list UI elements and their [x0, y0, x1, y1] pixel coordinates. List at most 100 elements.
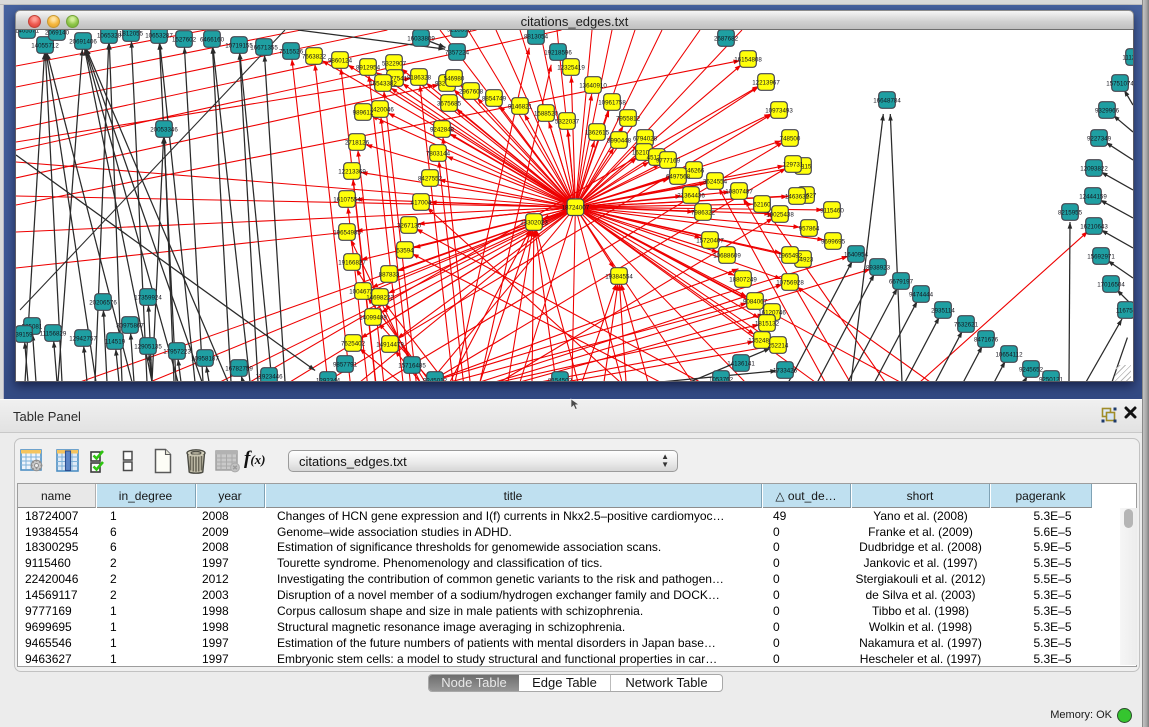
svg-text:15720407: 15720407	[696, 237, 724, 244]
svg-text:1405571: 1405571	[16, 30, 40, 34]
svg-text:62160: 62160	[753, 201, 771, 208]
svg-text:19218596: 19218596	[544, 49, 572, 56]
svg-text:9699695: 9699695	[821, 238, 846, 245]
svg-text:3267130: 3267130	[397, 222, 422, 229]
svg-text:7663822: 7663822	[302, 53, 327, 60]
svg-text:5322037: 5322037	[555, 118, 580, 125]
svg-text:9474444: 9474444	[909, 291, 934, 298]
svg-text:16671355: 16671355	[250, 44, 278, 51]
svg-text:6794028: 6794028	[633, 135, 658, 142]
svg-text:20053346: 20053346	[150, 126, 178, 133]
svg-text:2687682: 2687682	[714, 35, 739, 42]
svg-text:21364436: 21364436	[677, 192, 705, 199]
svg-text:546980: 546980	[444, 75, 465, 82]
svg-text:1065328: 1065328	[97, 32, 122, 39]
svg-text:10688609: 10688609	[713, 252, 741, 259]
svg-text:1640954: 1640954	[844, 251, 869, 258]
svg-text:9084067: 9084067	[743, 298, 768, 305]
svg-text:7632621: 7632621	[954, 321, 979, 328]
svg-text:9250121: 9250121	[1039, 376, 1064, 382]
svg-text:1588520: 1588520	[534, 110, 559, 117]
svg-text:16543382: 16543382	[369, 80, 397, 87]
svg-text:8912954: 8912954	[356, 64, 381, 71]
svg-text:17957223: 17957223	[163, 348, 191, 355]
svg-text:15716485: 15716485	[398, 362, 426, 369]
svg-text:9146821: 9146821	[508, 103, 533, 110]
svg-text:8471676: 8471676	[974, 336, 999, 343]
svg-text:1463632: 1463632	[785, 193, 810, 200]
svg-text:16782759: 16782759	[225, 365, 253, 372]
svg-text:9245012: 9245012	[423, 377, 448, 382]
svg-text:8938923: 8938923	[866, 264, 891, 271]
svg-text:8427552: 8427552	[418, 175, 443, 182]
svg-text:9777169: 9777169	[656, 157, 681, 164]
svg-text:19166827: 19166827	[338, 259, 366, 266]
svg-text:14136141: 14136141	[727, 360, 755, 367]
svg-text:7625402: 7625402	[341, 340, 366, 347]
svg-text:23302023: 23302023	[520, 219, 548, 226]
svg-text:9115460: 9115460	[820, 207, 844, 214]
svg-text:18807249: 18807249	[729, 276, 757, 283]
svg-text:12093822: 12093822	[1080, 165, 1108, 172]
svg-text:10973493: 10973493	[765, 107, 793, 114]
svg-text:1965492: 1965492	[778, 252, 803, 259]
svg-text:15751074: 15751074	[1106, 80, 1133, 87]
svg-text:748500: 748500	[780, 135, 801, 142]
svg-text:12942757: 12942757	[69, 335, 97, 342]
svg-text:10719155: 10719155	[225, 42, 253, 49]
svg-text:10961758: 10961758	[598, 99, 626, 106]
svg-text:19384554: 19384554	[605, 273, 633, 280]
svg-text:16210643: 16210643	[1080, 223, 1108, 230]
svg-text:989612: 989612	[353, 109, 374, 116]
svg-text:9227349: 9227349	[1087, 135, 1112, 142]
svg-text:12905135: 12905135	[134, 343, 162, 350]
svg-text:2718126: 2718126	[345, 139, 370, 146]
svg-text:10807487: 10807487	[725, 188, 753, 195]
svg-text:1815132: 1815132	[755, 320, 780, 327]
svg-text:14055712: 14055712	[31, 42, 59, 49]
svg-text:7986322: 7986322	[691, 209, 716, 216]
svg-text:6466160: 6466160	[200, 36, 225, 43]
svg-text:16154808: 16154808	[734, 56, 762, 63]
svg-text:10958187: 10958187	[191, 355, 219, 362]
svg-text:17016504: 17016504	[1097, 281, 1125, 288]
svg-text:3624554: 3624554	[703, 178, 728, 185]
svg-text:20691406: 20691406	[69, 38, 97, 45]
svg-text:7955812: 7955812	[616, 115, 641, 122]
svg-text:11923446: 11923446	[255, 373, 283, 380]
svg-text:19654985: 19654985	[333, 229, 361, 236]
svg-text:114519: 114519	[105, 338, 126, 345]
svg-text:1362615: 1362615	[585, 129, 610, 136]
svg-text:8813054: 8813054	[524, 33, 549, 40]
svg-text:129731: 129731	[783, 161, 804, 168]
svg-text:7803144: 7803144	[426, 150, 451, 157]
svg-text:1733426: 1733426	[773, 367, 798, 374]
svg-text:9242848: 9242848	[430, 126, 455, 133]
svg-text:10756928: 10756928	[776, 279, 804, 286]
svg-text:12325419: 12325419	[557, 64, 585, 71]
svg-text:10654112: 10654112	[995, 351, 1023, 358]
svg-text:252214: 252214	[768, 342, 789, 349]
svg-text:16107554: 16107554	[333, 196, 361, 203]
svg-text:11156829: 11156829	[40, 330, 67, 337]
svg-text:14698222: 14698222	[366, 294, 394, 301]
svg-text:9857791: 9857791	[333, 361, 358, 368]
svg-text:9218596: 9218596	[447, 30, 472, 33]
svg-text:887833: 887833	[379, 271, 400, 278]
svg-text:16648784: 16648784	[873, 97, 901, 104]
svg-text:6497568: 6497568	[666, 173, 691, 180]
svg-text:9329966: 9329966	[1095, 107, 1120, 114]
svg-text:9245652: 9245652	[1019, 366, 1044, 373]
svg-text:8154502: 8154502	[548, 377, 573, 382]
svg-text:53594: 53594	[396, 247, 414, 254]
svg-text:13640910: 13640910	[579, 82, 607, 89]
svg-text:2935114: 2935114	[931, 307, 955, 314]
svg-text:1527602: 1527602	[172, 36, 197, 43]
svg-text:12213369: 12213369	[338, 168, 366, 175]
svg-text:8854749: 8854749	[482, 95, 507, 102]
svg-text:1112303: 1112303	[1122, 54, 1133, 61]
svg-text:116753: 116753	[1116, 307, 1133, 314]
svg-text:30975867: 30975867	[116, 322, 144, 329]
svg-text:15692971: 15692971	[1087, 253, 1115, 260]
svg-text:14099489: 14099489	[359, 314, 387, 321]
